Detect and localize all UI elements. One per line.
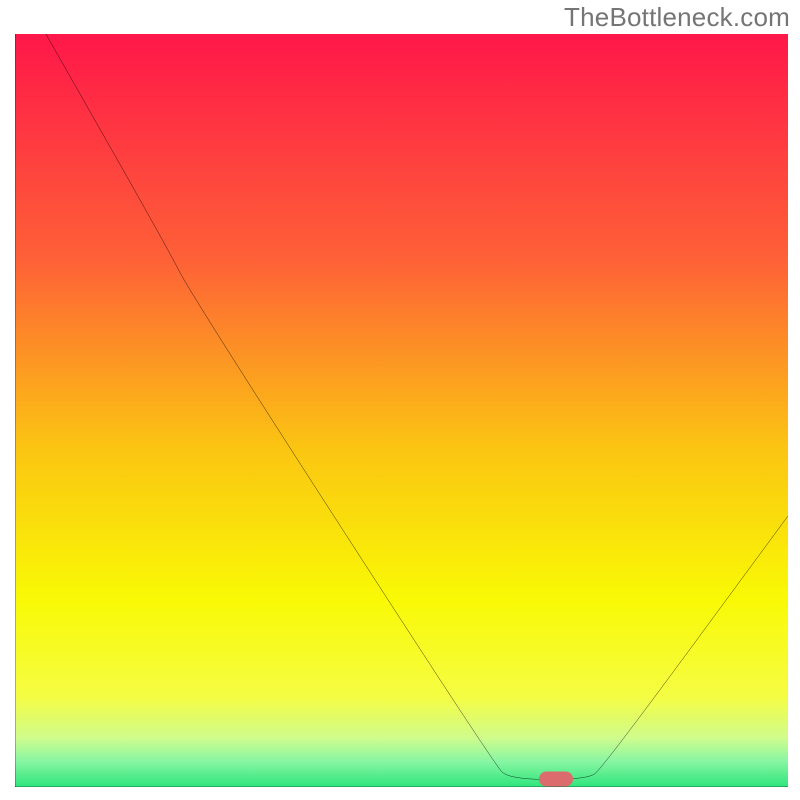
plot-area	[15, 34, 788, 787]
axes-frame	[15, 34, 788, 787]
chart-container: TheBottleneck.com	[0, 0, 800, 800]
watermark-text: TheBottleneck.com	[564, 2, 790, 33]
